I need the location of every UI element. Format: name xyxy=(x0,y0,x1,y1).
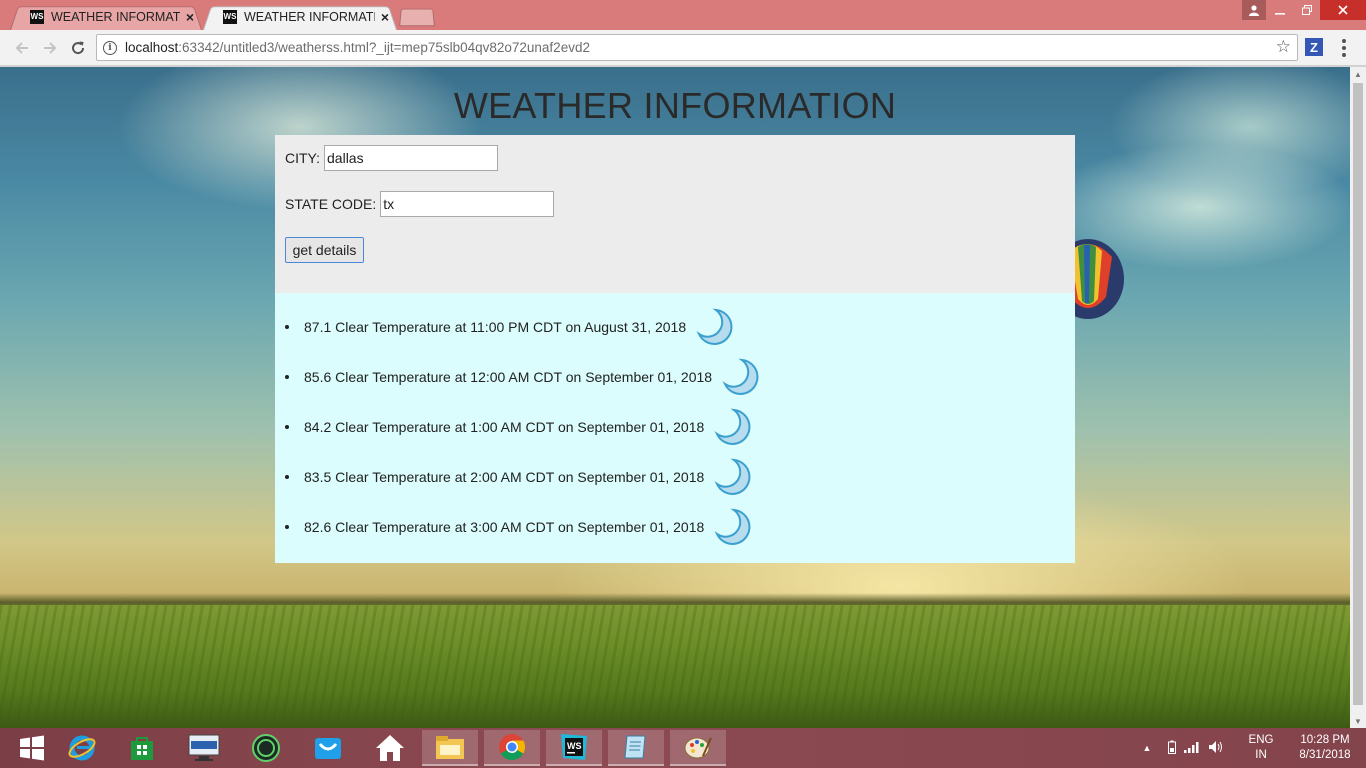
new-tab-button[interactable] xyxy=(399,8,435,27)
moon-icon xyxy=(714,508,751,545)
battery-icon[interactable] xyxy=(1168,740,1176,757)
browser-tab-2[interactable]: WS WEATHER INFORMATION × xyxy=(203,4,397,30)
result-text: 87.1 Clear Temperature at 11:00 PM CDT o… xyxy=(304,319,687,335)
webstorm-favicon-icon: WS xyxy=(30,10,44,24)
language-code: ENG xyxy=(1248,734,1274,746)
scrollbar-thumb[interactable] xyxy=(1353,83,1363,705)
scroll-up-icon[interactable]: ▲ xyxy=(1350,67,1366,81)
search-form: CITY: STATE CODE: get details xyxy=(275,135,1075,293)
scroll-down-icon[interactable]: ▼ xyxy=(1350,714,1366,728)
clock-date: 8/31/2018 xyxy=(1299,749,1351,761)
windows-taskbar: WS ▲ ENG IN 10:28 PM 8/31/2018 xyxy=(0,728,1366,768)
back-icon[interactable] xyxy=(10,36,34,60)
bullet xyxy=(285,525,289,529)
browser-menu-icon[interactable] xyxy=(1338,36,1350,60)
bullet xyxy=(285,475,289,479)
weather-results: 87.1 Clear Temperature at 11:00 PM CDT o… xyxy=(275,293,1075,563)
get-details-button[interactable]: get details xyxy=(285,237,364,263)
info-icon[interactable]: i xyxy=(103,40,117,55)
result-item: 82.6 Clear Temperature at 3:00 AM CDT on… xyxy=(285,507,752,547)
tab-title: WEATHER INFORMATION xyxy=(51,10,180,24)
window-controls xyxy=(1242,0,1366,20)
windows-start-icon[interactable] xyxy=(4,730,60,766)
result-item: 83.5 Clear Temperature at 2:00 AM CDT on… xyxy=(285,457,752,497)
state-code-label: STATE CODE: xyxy=(285,196,377,212)
result-text: 82.6 Clear Temperature at 3:00 AM CDT on… xyxy=(304,519,705,535)
page-title: WEATHER INFORMATION xyxy=(453,85,897,126)
chrome-icon[interactable] xyxy=(484,730,540,766)
new-tab-shape xyxy=(399,8,435,27)
clock[interactable]: 10:28 PM 8/31/2018 xyxy=(1284,733,1366,763)
bookmark-star-icon[interactable]: ☆ xyxy=(1276,37,1291,57)
network-signal-icon[interactable] xyxy=(1184,741,1200,756)
tab-close-icon[interactable]: × xyxy=(186,9,194,25)
tab-strip: WS WEATHER INFORMATION × WS WEATHER INFO… xyxy=(0,0,1366,30)
bullet xyxy=(285,425,289,429)
tab-title: WEATHER INFORMATION xyxy=(244,10,375,24)
page-viewport: WEATHER INFORMATION CITY: STATE CODE: ge… xyxy=(0,67,1350,728)
webstorm-favicon-icon: WS xyxy=(223,10,237,24)
city-input[interactable] xyxy=(324,145,499,171)
result-text: 83.5 Clear Temperature at 2:00 AM CDT on… xyxy=(304,469,705,485)
zotero-extension-icon[interactable]: Z xyxy=(1305,38,1323,56)
city-row: CITY: xyxy=(285,145,499,171)
system-tray: ▲ ENG IN 10:28 PM 8/31/2018 xyxy=(1138,728,1366,768)
url-host: localhost xyxy=(125,40,179,55)
moon-icon xyxy=(696,308,733,345)
moon-icon xyxy=(714,408,751,445)
result-item: 87.1 Clear Temperature at 11:00 PM CDT o… xyxy=(285,307,734,347)
notepad-icon[interactable] xyxy=(608,730,664,766)
page-scrollbar[interactable]: ▲ ▼ xyxy=(1350,67,1366,728)
close-window-icon[interactable] xyxy=(1320,0,1366,20)
forward-icon[interactable] xyxy=(38,36,62,60)
browser-toolbar: i localhost:63342/untitled3/weatherss.ht… xyxy=(0,30,1366,66)
restore-icon[interactable] xyxy=(1293,0,1320,20)
clock-time: 10:28 PM xyxy=(1300,734,1350,746)
home-icon[interactable] xyxy=(362,730,418,766)
moon-icon xyxy=(722,358,759,395)
state-code-input[interactable] xyxy=(380,191,555,217)
state-row: STATE CODE: xyxy=(285,191,555,217)
background-field xyxy=(0,605,1350,728)
bullet xyxy=(285,325,289,329)
tab-close-icon[interactable]: × xyxy=(381,9,389,25)
bullet xyxy=(285,375,289,379)
result-item: 85.6 Clear Temperature at 12:00 AM CDT o… xyxy=(285,357,760,397)
browser-tab-1[interactable]: WS WEATHER INFORMATION × xyxy=(10,4,202,30)
city-label: CITY: xyxy=(285,150,321,166)
file-explorer-icon[interactable] xyxy=(422,730,478,766)
svg-text:WS: WS xyxy=(567,741,582,751)
mail-icon[interactable] xyxy=(300,730,356,766)
internet-explorer-icon[interactable] xyxy=(54,730,110,766)
circle-app-icon[interactable] xyxy=(238,730,294,766)
region-code: IN xyxy=(1255,749,1267,761)
moon-icon xyxy=(714,458,751,495)
result-text: 85.6 Clear Temperature at 12:00 AM CDT o… xyxy=(304,369,713,385)
user-profile-icon[interactable] xyxy=(1242,0,1266,20)
volume-icon[interactable] xyxy=(1208,740,1224,757)
reload-icon[interactable] xyxy=(66,36,90,60)
result-item: 84.2 Clear Temperature at 1:00 AM CDT on… xyxy=(285,407,752,447)
store-icon[interactable] xyxy=(114,730,170,766)
address-bar[interactable]: i localhost:63342/untitled3/weatherss.ht… xyxy=(96,34,1298,61)
minimize-icon[interactable] xyxy=(1266,0,1293,20)
url-path: :63342/untitled3/weatherss.html?_ijt=mep… xyxy=(178,40,590,55)
language-indicator[interactable]: ENG IN xyxy=(1238,733,1284,763)
lenovo-icon[interactable] xyxy=(176,730,232,766)
result-text: 84.2 Clear Temperature at 1:00 AM CDT on… xyxy=(304,419,705,435)
show-hidden-icons-icon[interactable]: ▲ xyxy=(1138,743,1156,753)
paint-icon[interactable] xyxy=(670,730,726,766)
webstorm-icon[interactable]: WS xyxy=(546,730,602,766)
